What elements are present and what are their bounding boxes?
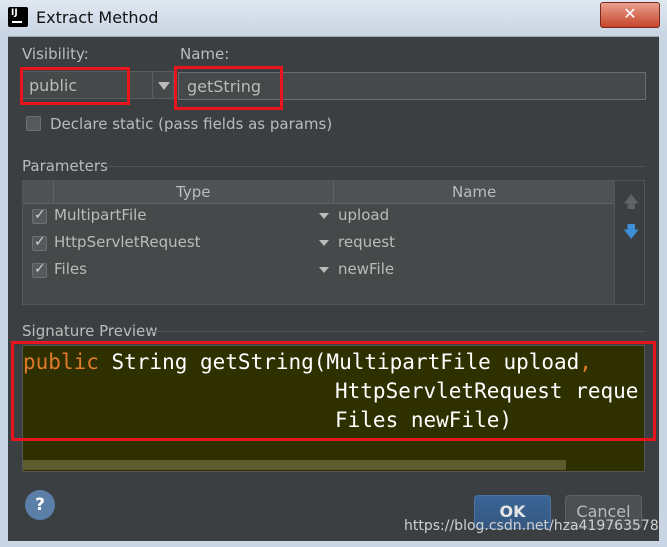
param-type: Files bbox=[54, 260, 87, 278]
column-header-name[interactable]: Name bbox=[452, 183, 496, 201]
window-title: Extract Method bbox=[36, 8, 159, 27]
watermark: https://blog.csdn.net/hza419763578 bbox=[404, 518, 659, 534]
parameters-table: Type Name MultipartFile upload HttpServl… bbox=[22, 180, 616, 305]
declare-static-label: Declare static (pass fields as params) bbox=[50, 115, 333, 133]
table-row[interactable]: Files newFile bbox=[23, 257, 615, 283]
close-window-button[interactable]: ✕ bbox=[600, 2, 660, 28]
signature-comma: , bbox=[579, 350, 592, 374]
intellij-app-icon: IJ bbox=[8, 7, 28, 27]
signature-line-1: public String getString(MultipartFile up… bbox=[23, 350, 592, 374]
visibility-label-text: Visibility: bbox=[22, 45, 89, 63]
signature-line-3: Files newFile) bbox=[335, 408, 513, 432]
chevron-down-icon[interactable] bbox=[319, 267, 329, 273]
parameters-divider bbox=[104, 166, 645, 167]
parameter-move-panel: 🡅 🡇 bbox=[614, 180, 645, 305]
declare-static-checkbox[interactable] bbox=[26, 116, 41, 131]
table-row[interactable]: MultipartFile upload bbox=[23, 203, 615, 229]
param-name[interactable]: newFile bbox=[338, 260, 394, 278]
table-row[interactable]: HttpServletRequest request bbox=[23, 230, 615, 256]
combo-separator bbox=[152, 72, 153, 98]
param-checkbox[interactable] bbox=[32, 234, 47, 251]
arrow-up-icon[interactable]: 🡅 bbox=[623, 191, 639, 218]
app-icon-text: IJ bbox=[11, 8, 18, 18]
chevron-down-icon[interactable] bbox=[158, 82, 170, 90]
param-name[interactable]: request bbox=[338, 233, 395, 251]
signature-line-1-text: String getString(MultipartFile upload bbox=[98, 350, 580, 374]
header-divider bbox=[333, 181, 334, 203]
window-frame-bottom bbox=[0, 541, 667, 547]
method-name-input[interactable] bbox=[178, 72, 646, 100]
name-label-text: Name: bbox=[180, 45, 230, 63]
param-checkbox[interactable] bbox=[32, 261, 47, 278]
param-type: MultipartFile bbox=[54, 206, 147, 224]
parameters-label: Parameters bbox=[22, 157, 108, 175]
signature-keyword: public bbox=[23, 350, 99, 374]
header-divider bbox=[53, 181, 54, 203]
help-button[interactable]: ? bbox=[25, 490, 55, 520]
horizontal-scrollbar-thumb[interactable] bbox=[23, 460, 566, 470]
name-label: Name: bbox=[180, 45, 229, 63]
window-frame-right bbox=[659, 36, 667, 547]
param-name[interactable]: upload bbox=[338, 206, 389, 224]
param-type: HttpServletRequest bbox=[54, 233, 201, 251]
visibility-combo[interactable]: public bbox=[22, 71, 174, 99]
table-header: Type Name bbox=[23, 181, 615, 204]
signature-preview-divider bbox=[150, 331, 645, 332]
window-frame-left bbox=[0, 36, 8, 547]
title-bar: IJ Extract Method ✕ bbox=[0, 0, 667, 37]
signature-line-2: HttpServletRequest reque bbox=[335, 379, 639, 403]
column-header-type[interactable]: Type bbox=[176, 183, 210, 201]
signature-preview-label: Signature Preview bbox=[22, 322, 158, 340]
signature-preview-area[interactable]: public String getString(MultipartFile up… bbox=[22, 345, 645, 472]
chevron-down-icon[interactable] bbox=[319, 213, 329, 219]
visibility-value: public bbox=[29, 76, 78, 95]
visibility-label: Visibility: bbox=[22, 45, 89, 63]
arrow-down-icon[interactable]: 🡇 bbox=[623, 221, 639, 248]
param-checkbox[interactable] bbox=[32, 207, 47, 224]
chevron-down-icon[interactable] bbox=[319, 240, 329, 246]
